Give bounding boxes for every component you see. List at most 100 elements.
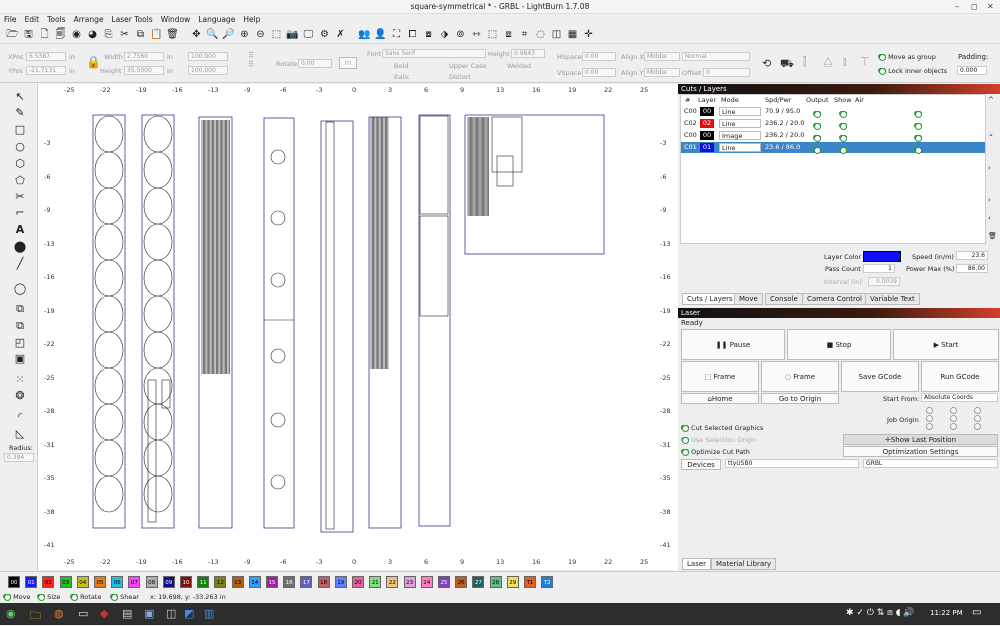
- palette-swatch[interactable]: T2: [541, 576, 554, 588]
- rotate-tool-icon[interactable]: ⟲: [762, 57, 771, 70]
- cut-row[interactable]: C00 00 Line 70.9 / 95.0: [681, 106, 985, 118]
- devices-button[interactable]: Devices: [681, 459, 721, 470]
- width-input[interactable]: 2.7560: [124, 52, 164, 61]
- offset-icon[interactable]: ◫: [550, 28, 563, 41]
- job-origin-radio[interactable]: [974, 423, 981, 430]
- marker-tool-icon[interactable]: ⬤: [12, 240, 28, 254]
- rotate-input[interactable]: 0.00: [298, 59, 332, 68]
- job-origin-radio[interactable]: [926, 407, 933, 414]
- save-icon[interactable]: 🖫: [22, 28, 35, 41]
- new-icon[interactable]: 🗋: [38, 28, 51, 41]
- rotate-toggle[interactable]: Rotate: [70, 591, 101, 603]
- bold-option[interactable]: Bold: [394, 62, 408, 70]
- normal-select[interactable]: Normal: [682, 52, 750, 61]
- files-icon[interactable]: 🗀: [30, 607, 41, 626]
- device-select[interactable]: GRBL: [863, 459, 998, 468]
- palette-swatch[interactable]: 06: [111, 576, 124, 588]
- align-center-icon[interactable]: ⧋: [823, 55, 833, 69]
- palette-swatch[interactable]: 17: [300, 576, 313, 588]
- weld-icon[interactable]: ⧉: [12, 302, 28, 316]
- cut-row[interactable]: C01 01 Line 23.6 / 86.0: [681, 142, 985, 156]
- pass-count-input[interactable]: 1: [863, 264, 895, 273]
- subtract-icon[interactable]: ◰: [12, 336, 28, 350]
- zoom-in-icon[interactable]: 🔍: [206, 28, 219, 41]
- anchor-grid-icon[interactable]: ⠿ ⠿: [248, 51, 254, 69]
- menu-tools[interactable]: Tools: [43, 14, 69, 26]
- position-tool-icon[interactable]: ⌐: [12, 206, 28, 220]
- pause-button[interactable]: ❚❚ Pause: [681, 329, 785, 360]
- output-toggle[interactable]: [813, 145, 821, 156]
- minimize-button[interactable]: –: [955, 2, 959, 11]
- lock-inner-toggle[interactable]: Lock inner objects: [878, 67, 947, 75]
- select-frame-icon[interactable]: ⬚: [270, 28, 283, 41]
- cut-row[interactable]: C00 00 Image 236.2 / 20.0: [681, 130, 985, 142]
- tab-console[interactable]: Console: [765, 293, 803, 305]
- tab-cuts-layers[interactable]: Cuts / Layers: [682, 293, 738, 305]
- scissors-tool-icon[interactable]: ✂: [12, 190, 28, 204]
- job-origin-radio[interactable]: [950, 423, 957, 430]
- width-percent-input[interactable]: 100.000: [188, 52, 228, 61]
- frame-circle-button[interactable]: ◌ Frame: [761, 361, 839, 392]
- edit-nodes-icon[interactable]: ⬠: [12, 174, 28, 188]
- palette-swatch[interactable]: 04: [76, 576, 89, 588]
- polygon-tool-icon[interactable]: ⬡: [12, 157, 28, 171]
- home-button[interactable]: ⌂ Home: [681, 393, 759, 404]
- ypos-input[interactable]: -21.7131: [26, 66, 66, 75]
- rectangle-tool-icon[interactable]: □: [12, 123, 28, 137]
- intersect-icon[interactable]: ▣: [12, 352, 28, 366]
- maximize-button[interactable]: ◻: [971, 2, 978, 11]
- trash-icon[interactable]: 🗑: [988, 232, 997, 240]
- start-button[interactable]: ▶ Start: [893, 329, 999, 360]
- lightburn-icon[interactable]: ◆: [100, 607, 108, 620]
- union-icon[interactable]: ⧉: [12, 319, 28, 333]
- dashed-box-icon[interactable]: ⬚: [486, 28, 499, 41]
- tools-icon[interactable]: ✗: [334, 28, 347, 41]
- palette-swatch[interactable]: 25: [438, 576, 450, 588]
- palette-swatch[interactable]: 18: [317, 576, 330, 588]
- show-last-position-button[interactable]: ✛ Show Last Position: [843, 434, 998, 445]
- cut-layer-swatch[interactable]: 00: [700, 107, 714, 116]
- move-toggle[interactable]: Move: [3, 591, 31, 603]
- cut-layer-swatch[interactable]: 01: [700, 143, 714, 152]
- mirror-icon[interactable]: ⇿: [470, 28, 483, 41]
- group-icon[interactable]: ⧠: [406, 28, 419, 41]
- tray-icons[interactable]: ✱ ✓ ⏻ ⇅ ⧇ ◖ 🔊: [846, 608, 915, 618]
- palette-swatch[interactable]: 14: [248, 576, 261, 588]
- move-icon[interactable]: ✥: [190, 28, 203, 41]
- cut-mode-select[interactable]: Line: [719, 143, 761, 152]
- delete-icon[interactable]: 🗑: [166, 28, 179, 41]
- import-icon[interactable]: 🗐: [54, 28, 67, 41]
- settings-icon[interactable]: ⚙: [318, 28, 331, 41]
- radius-input[interactable]: 0.394: [4, 453, 34, 462]
- palette-swatch[interactable]: 10: [180, 576, 192, 588]
- crosshair-icon[interactable]: ✛: [582, 28, 595, 41]
- align-right-icon[interactable]: ⫾: [843, 55, 847, 69]
- palette-swatch[interactable]: 26: [455, 576, 468, 588]
- menu-help[interactable]: Help: [239, 14, 264, 26]
- save-gcode-button[interactable]: Save GCode: [841, 361, 919, 392]
- port-select[interactable]: ttyUSB0: [725, 459, 859, 468]
- node-icon[interactable]: ⧇: [422, 28, 435, 41]
- palette-swatch[interactable]: 11: [197, 576, 210, 588]
- canvas-drawing[interactable]: [38, 84, 678, 570]
- cut-mode-select[interactable]: Line: [719, 119, 761, 128]
- palette-swatch[interactable]: 15: [266, 576, 278, 588]
- zoom-page-icon[interactable]: ⊖: [254, 28, 267, 41]
- show-toggle[interactable]: [839, 145, 847, 156]
- palette-swatch[interactable]: 21: [369, 576, 382, 588]
- redo-icon[interactable]: ◕: [86, 28, 99, 41]
- height-input[interactable]: 35.5000: [124, 66, 164, 75]
- palette-swatch[interactable]: 02: [42, 576, 55, 588]
- camera-icon[interactable]: 📷: [286, 28, 299, 41]
- shear-toggle[interactable]: Shear: [110, 591, 139, 603]
- measure-tool-icon[interactable]: ╱: [12, 257, 28, 271]
- scroll-down-icon[interactable]: ⌄: [988, 130, 994, 138]
- app-icon-1[interactable]: ▤: [122, 607, 132, 620]
- ellipse-tool-icon[interactable]: ○: [12, 140, 28, 154]
- align-x-select[interactable]: Middle: [644, 52, 680, 61]
- optimize-cut-path-toggle[interactable]: Optimize Cut Path: [681, 448, 750, 456]
- notification-icon[interactable]: ▭: [972, 607, 981, 618]
- font-height-input[interactable]: 0.9843: [511, 49, 545, 58]
- terminal-icon[interactable]: ▭: [78, 607, 88, 620]
- job-origin-radio[interactable]: [974, 415, 981, 422]
